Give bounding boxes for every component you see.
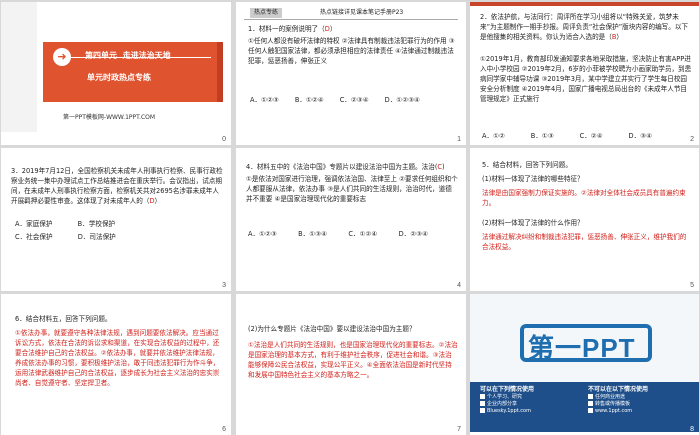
- cross-icon: [588, 394, 593, 399]
- slide-thumbnail-0[interactable]: ➜ 第四单元 走进法治天地 单元时政热点专练 第一PPT模板网-WWW.1PPT…: [1, 2, 231, 145]
- question-4-choices: A．①②③ B．①③④ C．①②④ D．②③④: [248, 230, 428, 238]
- forbidden-usage: 不可以在以下情况使用 任何商业用途 转售或传播模板 www.1ppt.com: [588, 386, 649, 414]
- answer-7: ①法治是人们共同的生活规则，也是国家治理现代化的重要标志。②法治是国家治理的基本…: [248, 341, 458, 379]
- slide-side-panel: [1, 2, 37, 132]
- reference-note: 热点链接详见课本笔记手册P23: [320, 9, 404, 16]
- slide-thumbnail-4[interactable]: 4．材料五中的《法治中国》专题片以建设法治中国为主题。法治(C) ①是依法对国家…: [236, 148, 466, 291]
- question-1-options: ①任何人都没有破坏法律的特权 ②法律具有制裁违法犯罪行为的作用 ③任何人触犯国家…: [248, 37, 455, 65]
- question-5-intro: 5．结合材料，回答下列问题。: [482, 161, 572, 169]
- slide-thumbnail-2[interactable]: 2．依法护航，与法同行：周评所在学习小组将以“特殊关爱，筑梦未来”为主题制作一期…: [470, 2, 699, 145]
- slide-thumbnail-5[interactable]: 5．结合材料，回答下列问题。 (1)材料一体现了法律的哪些特征？ 法律是由国家强…: [470, 148, 699, 291]
- question-5-part-1: (1)材料一体现了法律的哪些特征？: [482, 175, 584, 183]
- footer-text: 第一PPT模板网-WWW.1PPT.COM: [63, 114, 156, 121]
- question-7: (2)为什么专题片《法治中国》要以建设法治中国为主题？: [248, 325, 416, 333]
- slide-number: 7: [457, 426, 461, 433]
- question-2: 2．依法护航，与法同行：周评所在学习小组将以“特殊关爱，筑梦未来”为主题制作一期…: [480, 13, 689, 41]
- question-6-intro: 6．结合材料五，回答下列问题。: [15, 315, 112, 323]
- slide-thumbnail-8[interactable]: 第一PPT 可以在下列情况使用 个人学习、研究 企业内部分享 Bluesky.1…: [470, 294, 699, 435]
- unit-title: 第四单元 走进法治天地: [85, 51, 171, 60]
- slide-number: 8: [690, 426, 694, 433]
- question-1-choices: A．①②③ B．①②④ C．②③④ D．①②③④: [250, 96, 420, 104]
- answer-6: ①依法办事，就要遵守各种法律法规，遇到问题要依法解决。应当通过诉讼方式，依法在合…: [15, 329, 220, 387]
- unit-subtitle: 单元时政热点专练: [87, 73, 151, 82]
- slide-number: 6: [222, 426, 226, 433]
- slide-number: 4: [457, 282, 461, 289]
- slide-number: 3: [222, 282, 226, 289]
- check-icon: [480, 401, 485, 406]
- slide-thumbnail-6[interactable]: 6．结合材料五，回答下列问题。 ①依法办事，就要遵守各种法律法规，遇到问题要依法…: [1, 294, 231, 435]
- question-4-options: ①是依法对国家进行治理，强调依法治国、法律至上 ②要求任何组织和个人都要服从法律…: [246, 175, 458, 203]
- answer-5-part-1: 法律是由国家强制力保证实施的。②法律对全体社会成员具有普遍约束力。: [482, 189, 686, 207]
- cross-icon: [588, 401, 593, 406]
- question-3-choices: A．家庭保护 B．学校保护 C．社会保护 D．司法保护: [15, 220, 116, 241]
- allowed-usage: 可以在下列情况使用 个人学习、研究 企业内部分享 Bluesky.1ppt.co…: [480, 386, 535, 414]
- check-icon: [480, 408, 485, 413]
- question-2-items: ①2019年1月，教育部印发通知要求各地采取措施，坚决防止有害APP进入中小学校…: [480, 55, 692, 103]
- site-logo: 第一PPT: [528, 333, 636, 363]
- banner-shadow: [217, 42, 223, 102]
- slide-number: 1: [457, 136, 461, 143]
- question-4: 4．材料五中的《法治中国》专题片以建设法治中国为主题。法治(C): [246, 163, 445, 171]
- slide-number: 5: [690, 282, 694, 289]
- question-2-choices: A．①② B．①③ C．②④ D．③④: [482, 132, 652, 140]
- header-rule: [244, 19, 458, 20]
- cross-icon: [588, 408, 593, 413]
- top-accent-bar: [470, 2, 699, 6]
- question-1: 1．材料一的案例说明了（D）: [248, 25, 337, 33]
- slide-number: 0: [222, 136, 226, 143]
- answer-5-part-2: 法律通过解决纠纷和制裁违法犯罪，惩恶扬善、伸张正义，维护我们的合法权益。: [482, 233, 687, 251]
- slide-thumbnail-3[interactable]: 3．2019年7月12日，全国检察机关未成年人刑事执行检察、民事行政检察业务统一…: [1, 148, 231, 291]
- arrow-right-icon: ➜: [53, 48, 71, 66]
- tag-label: 热点专练: [250, 8, 283, 18]
- slide-thumbnail-7[interactable]: (2)为什么专题片《法治中国》要以建设法治中国为主题？ ①法治是人们共同的生活规…: [236, 294, 466, 435]
- question-3: 3．2019年7月12日，全国检察机关未成年人刑事执行检察、民事行政检察业务统一…: [11, 167, 223, 205]
- slide-thumbnail-1[interactable]: 热点专练 热点链接详见课本笔记手册P23 1．材料一的案例说明了（D） ①任何人…: [236, 2, 466, 145]
- slide-number: 2: [690, 136, 694, 143]
- check-icon: [480, 394, 485, 399]
- question-5-part-2: (2)材料一体现了法律的什么作用？: [482, 219, 584, 227]
